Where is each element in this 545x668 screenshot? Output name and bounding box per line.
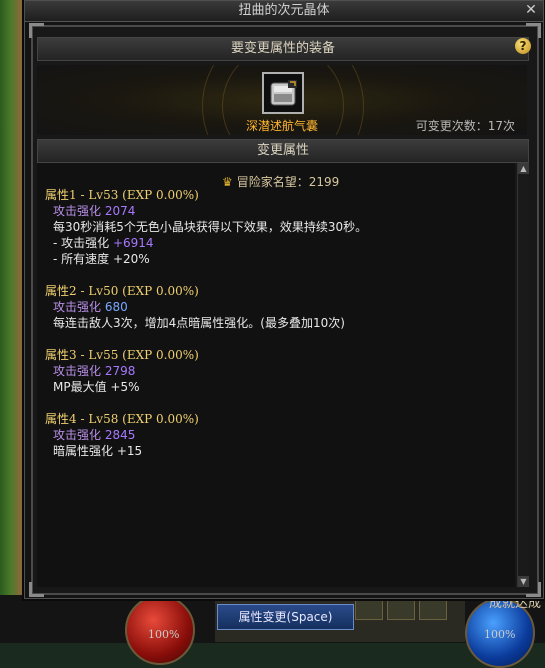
- item-name: 深潜述航气囊: [245, 119, 318, 133]
- attribute-effect: - 攻击强化 +6914: [53, 236, 154, 250]
- equipment-slot[interactable]: [262, 72, 304, 114]
- scrollbar[interactable]: ▲ ▼: [517, 163, 529, 587]
- attribute-effect: - 所有速度 +20%: [53, 252, 150, 266]
- attribute-1: 属性1 - Lv53 (EXP 0.00%) 攻击强化 2074 每30秒消耗5…: [45, 187, 367, 267]
- attribute-effect: 每连击敌人3次，增加4点暗属性强化。(最多叠加10次): [53, 316, 345, 330]
- window-titlebar[interactable]: 扭曲的次元晶体 ✕: [25, 1, 543, 22]
- attribute-list: ♛ 冒险家名望：2199 属性1 - Lv53 (EXP 0.00%) 攻击强化 …: [37, 163, 515, 587]
- attribute-2: 属性2 - Lv50 (EXP 0.00%) 攻击强化 680 每连击敌人3次，…: [45, 283, 345, 331]
- attribute-effect: 暗属性强化 +15: [53, 444, 143, 458]
- attribute-3: 属性3 - Lv55 (EXP 0.00%) 攻击强化 2798 MP最大值 +…: [45, 347, 199, 395]
- attribute-stat: 攻击强化 2845: [53, 428, 136, 442]
- attribute-stat: 攻击强化 2074: [53, 204, 136, 218]
- change-count: 可变更次数：17次: [415, 119, 515, 133]
- crystal-window: 扭曲的次元晶体 ✕ 要变更属性的装备 ? 深潜述航气囊 可变更次数：17次 变更…: [24, 0, 544, 599]
- mp-percent: 100%: [484, 628, 516, 641]
- window-title: 扭曲的次元晶体: [238, 3, 330, 18]
- frame-corner: [29, 23, 44, 38]
- attribute-effect: MP最大值 +5%: [53, 380, 140, 394]
- air-bag-item-icon: [270, 80, 297, 106]
- equip-section-header: 要变更属性的装备: [37, 37, 529, 61]
- attr-section-header: 变更属性: [37, 139, 529, 163]
- window-inner-frame: 要变更属性的装备 ? 深潜述航气囊 可变更次数：17次 变更属性 ♛ 冒险家名望：…: [29, 23, 541, 597]
- frame-corner: [526, 23, 541, 38]
- skill-slot[interactable]: [355, 598, 383, 620]
- hp-percent: 100%: [148, 628, 180, 641]
- scroll-down-icon[interactable]: ▼: [518, 576, 529, 587]
- skill-slot[interactable]: [419, 598, 447, 620]
- attribute-4: 属性4 - Lv58 (EXP 0.00%) 攻击强化 2845 暗属性强化 +…: [45, 411, 199, 459]
- attribute-header: 属性2 - Lv50 (EXP 0.00%): [45, 284, 199, 298]
- attribute-header: 属性1 - Lv53 (EXP 0.00%): [45, 188, 199, 202]
- close-icon[interactable]: ✕: [523, 3, 539, 18]
- attribute-header: 属性3 - Lv55 (EXP 0.00%): [45, 348, 199, 362]
- change-attribute-button[interactable]: 属性变更(Space): [217, 604, 354, 630]
- attribute-effect: 每30秒消耗5个无色小晶块获得以下效果，效果持续30秒。: [53, 220, 368, 234]
- skill-slot[interactable]: [387, 598, 415, 620]
- equip-display-area: 深潜述航气囊 可变更次数：17次: [37, 65, 527, 135]
- scroll-up-icon[interactable]: ▲: [518, 163, 529, 174]
- attribute-stat: 攻击强化 2798: [53, 364, 136, 378]
- help-icon[interactable]: ?: [515, 38, 531, 54]
- attribute-stat: 攻击强化 680: [53, 300, 128, 314]
- attribute-header: 属性4 - Lv58 (EXP 0.00%): [45, 412, 199, 426]
